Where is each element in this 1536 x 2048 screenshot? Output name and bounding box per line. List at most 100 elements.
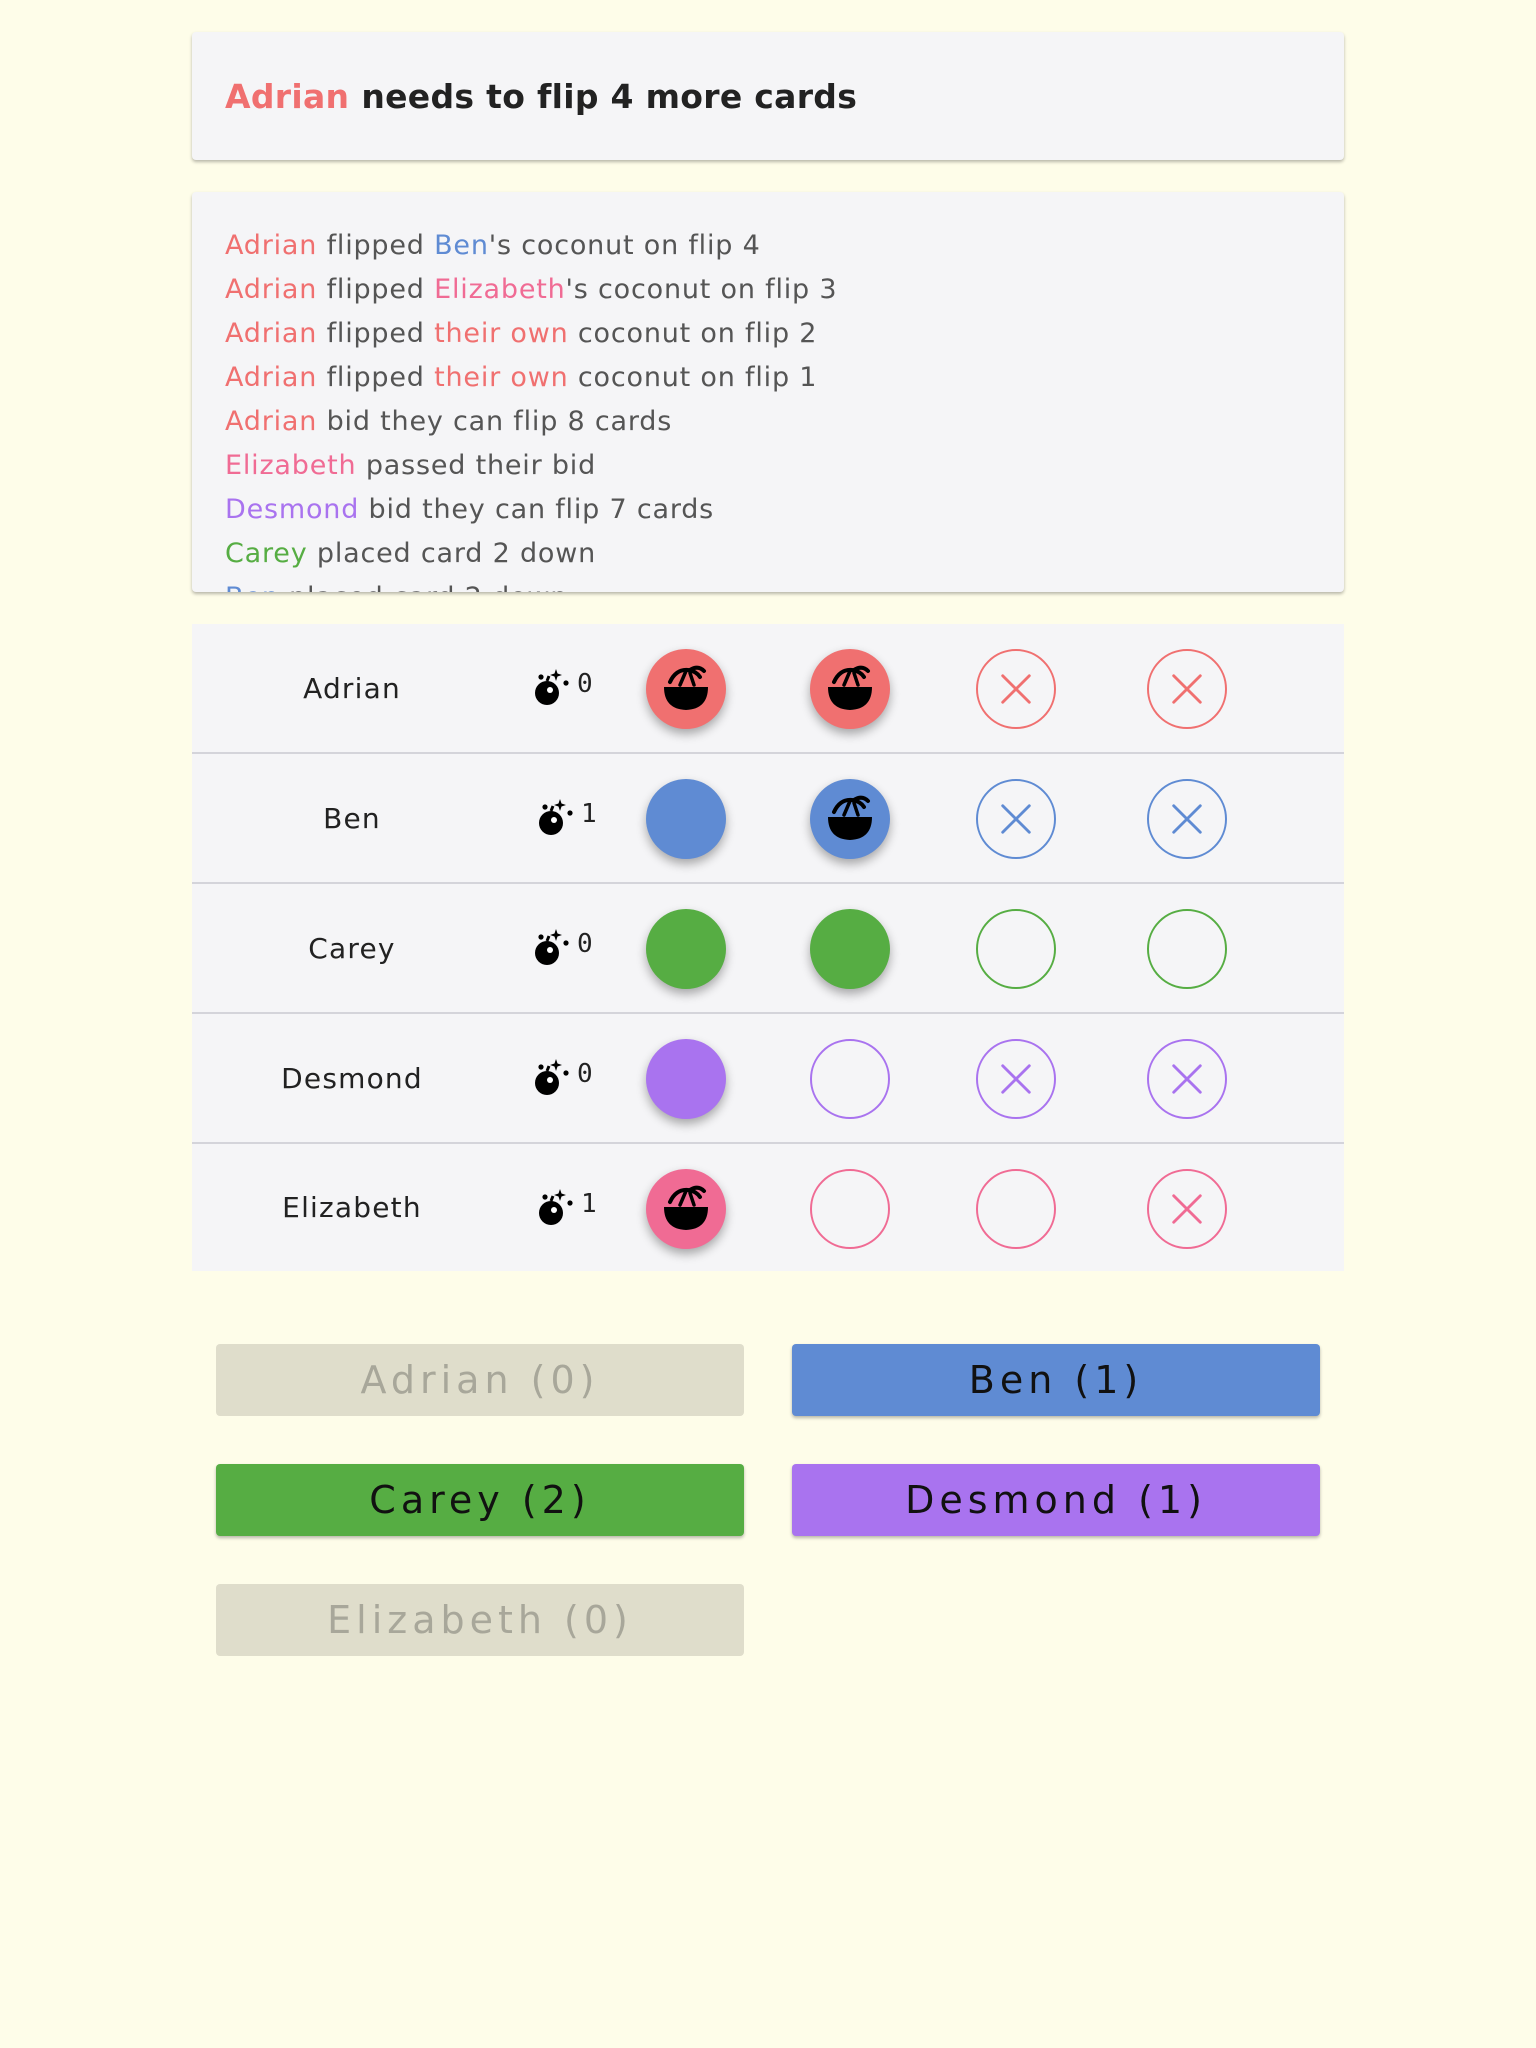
log-text: bid they can flip 7 cards: [359, 494, 715, 525]
player-name: Desmond: [281, 1061, 423, 1095]
coconut-icon: [664, 665, 708, 710]
close-icon: [1172, 804, 1202, 834]
log-entry: Adrian flipped their own coconut on flip…: [225, 356, 1311, 400]
empty-card-slot[interactable]: [976, 909, 1056, 989]
log-player-name: Ben: [225, 582, 280, 592]
log-player-name: Adrian: [225, 274, 318, 305]
log-player-name: Adrian: [225, 230, 318, 261]
button-label: Carey (2): [369, 1478, 591, 1522]
log-player-name: Adrian: [225, 362, 318, 393]
face-down-card[interactable]: [810, 909, 890, 989]
select-ben-button[interactable]: Ben (1): [792, 1344, 1320, 1416]
select-carey-button[interactable]: Carey (2): [216, 1464, 744, 1536]
bomb-count: 1: [581, 799, 597, 829]
log-player-name: Desmond: [225, 494, 360, 525]
bomb-counter: 1: [531, 754, 597, 882]
button-label: Elizabeth (0): [327, 1598, 633, 1642]
log-player-name: Elizabeth: [434, 274, 566, 305]
flipped-coconut-card[interactable]: [646, 649, 726, 729]
removed-card-slot[interactable]: [976, 649, 1056, 729]
log-player-name: their own: [434, 318, 569, 349]
player-name: Ben: [323, 801, 381, 835]
log-entry: Adrian flipped Elizabeth's coconut on fl…: [225, 268, 1311, 312]
player-row: Adrian 0: [192, 624, 1344, 754]
close-icon: [1172, 1194, 1202, 1224]
player-row: Desmond 0: [192, 1014, 1344, 1144]
bomb-icon: [535, 929, 569, 965]
bomb-count: 0: [577, 929, 593, 959]
bomb-counter: 0: [527, 1014, 593, 1142]
bomb-count: 1: [581, 1188, 597, 1219]
log-player-name: Adrian: [225, 318, 318, 349]
log-text: flipped: [317, 362, 435, 393]
coconut-icon: [828, 795, 872, 840]
bomb-icon: [539, 1188, 573, 1225]
face-down-card[interactable]: [646, 1039, 726, 1119]
button-label: Desmond (1): [905, 1478, 1207, 1522]
bomb-icon: [535, 1059, 569, 1095]
select-adrian-button[interactable]: Adrian (0): [216, 1344, 744, 1416]
removed-card-slot[interactable]: [976, 1039, 1056, 1119]
button-label: Ben (1): [968, 1358, 1144, 1402]
coconut-icon: [664, 1185, 708, 1230]
bomb-counter: 1: [531, 1144, 597, 1271]
player-name: Adrian: [303, 671, 401, 705]
log-entry: Ben placed card 2 down: [225, 576, 1311, 592]
flipped-coconut-card[interactable]: [646, 1169, 726, 1249]
bomb-counter: 0: [527, 884, 593, 1012]
game-screen: Adrian needs to flip 4 more cards Adrian …: [0, 0, 1536, 2048]
log-text: placed card 2 down: [280, 582, 569, 592]
select-elizabeth-button[interactable]: Elizabeth (0): [216, 1584, 744, 1656]
log-text: flipped: [317, 230, 435, 261]
log-text: 's coconut on flip 4: [488, 230, 761, 261]
flipped-coconut-card[interactable]: [810, 649, 890, 729]
log-text: placed card 2 down: [307, 538, 596, 569]
close-icon: [1001, 804, 1031, 834]
removed-card-slot[interactable]: [1147, 649, 1227, 729]
log-entry: Adrian bid they can flip 8 cards: [225, 400, 1311, 444]
player-row: Carey 0: [192, 884, 1344, 1014]
bomb-count: 0: [577, 669, 593, 699]
bomb-icon: [535, 669, 569, 705]
log-player-name: Carey: [225, 538, 308, 569]
player-name: Carey: [308, 931, 396, 965]
player-board: Adrian 0 Ben 1 Carey 0 Desmond 0 Elizabeth 1: [192, 624, 1344, 1271]
log-entry: Adrian flipped their own coconut on flip…: [225, 312, 1311, 356]
log-player-name: their own: [434, 362, 569, 393]
player-row: Ben 1: [192, 754, 1344, 884]
log-entry: Desmond bid they can flip 7 cards: [225, 488, 1311, 532]
log-text: flipped: [317, 274, 435, 305]
log-entry: Carey placed card 2 down: [225, 532, 1311, 576]
face-down-card[interactable]: [646, 779, 726, 859]
removed-card-slot[interactable]: [976, 779, 1056, 859]
select-desmond-button[interactable]: Desmond (1): [792, 1464, 1320, 1536]
empty-card-slot[interactable]: [1147, 909, 1227, 989]
log-player-name: Ben: [434, 230, 489, 261]
button-label: Adrian (0): [360, 1358, 600, 1402]
flipped-coconut-card[interactable]: [810, 779, 890, 859]
removed-card-slot[interactable]: [1147, 779, 1227, 859]
empty-card-slot[interactable]: [810, 1169, 890, 1249]
log-text: bid they can flip 8 cards: [317, 406, 673, 437]
game-log[interactable]: Adrian flipped Ben's coconut on flip 4 Ad…: [192, 192, 1344, 592]
bomb-counter: 0: [527, 624, 593, 752]
log-player-name: Elizabeth: [225, 450, 357, 481]
close-icon: [1172, 674, 1202, 704]
log-player-name: Adrian: [225, 406, 318, 437]
log-text: passed their bid: [356, 450, 597, 481]
empty-card-slot[interactable]: [976, 1169, 1056, 1249]
log-text: coconut on flip 2: [568, 318, 818, 349]
face-down-card[interactable]: [646, 909, 726, 989]
close-icon: [1001, 1064, 1031, 1094]
coconut-icon: [828, 665, 872, 710]
status-text: needs to flip 4 more cards: [361, 76, 858, 116]
log-entry: Adrian flipped Ben's coconut on flip 4: [225, 224, 1311, 268]
empty-card-slot[interactable]: [810, 1039, 890, 1119]
removed-card-slot[interactable]: [1147, 1039, 1227, 1119]
removed-card-slot[interactable]: [1147, 1169, 1227, 1249]
close-icon: [1001, 674, 1031, 704]
log-entry: Elizabeth passed their bid: [225, 444, 1311, 488]
close-icon: [1172, 1064, 1202, 1094]
player-name: Elizabeth: [282, 1191, 422, 1224]
log-text: coconut on flip 1: [568, 362, 818, 393]
